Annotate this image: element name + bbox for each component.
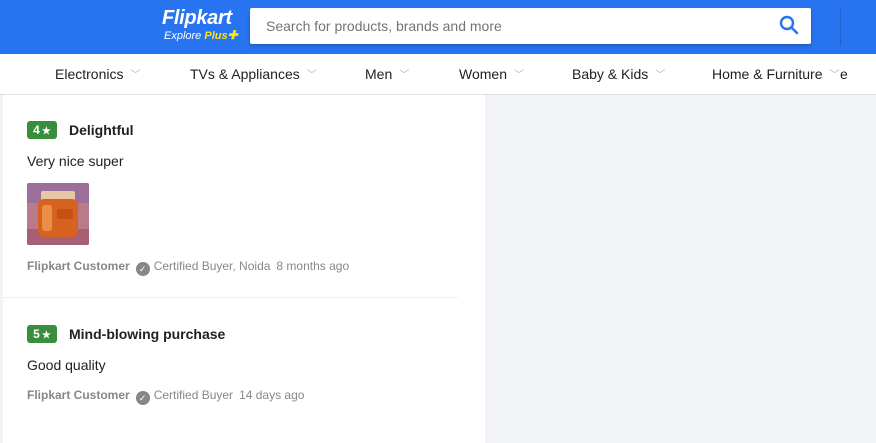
search-button[interactable]: [775, 12, 803, 40]
review-title: Delightful: [69, 122, 134, 138]
chevron-down-icon: ﹀: [655, 70, 666, 81]
review-author: Flipkart Customer: [27, 388, 130, 402]
logo-explore: Explore: [164, 30, 202, 42]
nav-item-label: Home & Furniture: [712, 66, 823, 82]
rating-value: 5: [33, 327, 40, 341]
certified-buyer: Certified Buyer, Noida: [153, 259, 271, 273]
search-icon: [779, 15, 799, 34]
nav-item-women[interactable]: Women ﹀: [459, 54, 524, 94]
certified-check-icon: ✓: [135, 262, 150, 276]
review-date: 8 months ago: [276, 259, 350, 273]
logo-tagline: Explore Plus✚: [164, 29, 242, 43]
logo-name: Flipkart: [162, 7, 232, 29]
review-meta: Flipkart Customer ✓ Certified Buyer, Noida…: [27, 258, 349, 276]
review-meta: Flipkart Customer ✓ Certified Buyer 14 days…: [27, 387, 304, 405]
nav-item-label: Baby & Kids: [572, 66, 649, 82]
certified-check-icon: ✓: [135, 391, 150, 405]
review-image-thumbnail[interactable]: [27, 183, 89, 245]
nav-item-home-furniture[interactable]: Home & Furniture ﹀: [712, 54, 839, 94]
certified-buyer: Certified Buyer: [153, 388, 234, 402]
chevron-down-icon: ﹀: [306, 70, 317, 81]
logo-plus: Plus: [204, 30, 228, 42]
flipkart-logo[interactable]: Flipkart Explore Plus✚: [162, 7, 242, 45]
nav-item-label: Women: [459, 66, 507, 82]
chevron-down-icon: ﹀: [130, 70, 141, 81]
review-text: Good quality: [27, 357, 106, 373]
review-card: 5 ★ Mind-blowing purchase Good quality Fl…: [3, 298, 485, 443]
rating-badge: 4 ★: [27, 121, 57, 139]
review-card: 4 ★ Delightful Very nice super Flipkart C…: [3, 95, 485, 297]
nav-item-men[interactable]: Men ﹀: [365, 54, 409, 94]
nav-item-label: e: [840, 66, 848, 82]
star-icon: ★: [41, 330, 51, 341]
nav-item-more[interactable]: e: [840, 54, 848, 94]
top-header: Flipkart Explore Plus✚: [0, 0, 876, 54]
search-bar: [250, 8, 811, 44]
chevron-down-icon: ﹀: [399, 70, 410, 81]
search-input[interactable]: [250, 8, 770, 44]
category-nav: Electronics ﹀ TVs & Appliances ﹀ Men ﹀ Wome…: [0, 54, 876, 95]
review-author: Flipkart Customer: [27, 259, 130, 273]
star-icon: ★: [41, 126, 51, 137]
nav-item-label: Electronics: [55, 66, 124, 82]
chevron-down-icon: ﹀: [829, 70, 840, 81]
rating-value: 4: [33, 123, 40, 137]
plus-icon: ✚: [227, 28, 238, 42]
review-date: 14 days ago: [239, 388, 305, 402]
rating-badge: 5 ★: [27, 325, 57, 343]
jar-image: [27, 183, 89, 245]
nav-item-electronics[interactable]: Electronics ﹀: [55, 54, 140, 94]
header-divider: [840, 8, 841, 46]
nav-item-label: TVs & Appliances: [190, 66, 300, 82]
reviews-list: 4 ★ Delightful Very nice super Flipkart C…: [3, 95, 485, 443]
review-text: Very nice super: [27, 153, 124, 169]
review-title: Mind-blowing purchase: [69, 326, 226, 342]
nav-item-label: Men: [365, 66, 393, 82]
chevron-down-icon: ﹀: [513, 70, 524, 81]
nav-item-tvs-appliances[interactable]: TVs & Appliances ﹀: [190, 54, 317, 94]
nav-item-baby-kids[interactable]: Baby & Kids ﹀: [572, 54, 665, 94]
